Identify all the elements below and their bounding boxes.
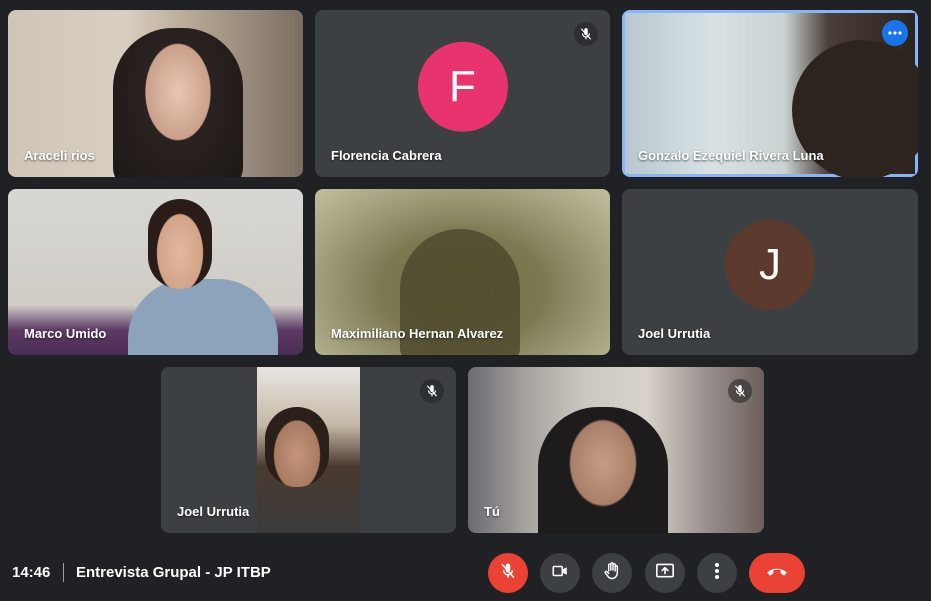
hand-icon — [602, 561, 622, 586]
avatar-initial: F — [449, 61, 476, 111]
participant-avatar: J — [725, 219, 815, 310]
present-screen-icon — [655, 562, 675, 585]
participant-name: Tú — [484, 504, 500, 519]
videocam-icon — [551, 562, 569, 585]
participant-name: Araceli rios — [24, 148, 95, 163]
more-vert-icon — [714, 562, 720, 585]
participant-tile[interactable]: Joel Urrutia — [161, 367, 456, 533]
call-end-icon — [765, 564, 789, 582]
person-head — [265, 407, 329, 487]
meeting-clock: 14:46 — [12, 564, 51, 581]
mic-toggle-button[interactable] — [488, 553, 528, 593]
camera-toggle-button[interactable] — [540, 553, 580, 593]
present-screen-button[interactable] — [645, 553, 685, 593]
mic-muted-icon — [420, 379, 444, 403]
participant-name: Gonzalo Ezequiel Rivera Luna — [638, 148, 824, 163]
more-options-icon[interactable] — [882, 20, 908, 46]
more-options-button[interactable] — [697, 553, 737, 593]
mic-off-icon — [499, 562, 517, 585]
participant-name: Joel Urrutia — [177, 504, 250, 519]
leave-call-button[interactable] — [749, 553, 805, 593]
person-head — [148, 199, 212, 289]
avatar-initial: J — [759, 239, 781, 289]
participant-name: Maximiliano Hernan Alvarez — [331, 326, 504, 341]
participant-tile[interactable]: Araceli rios — [8, 10, 303, 177]
participant-name: Marco Umido — [24, 326, 107, 341]
meeting-title: Entrevista Grupal - JP ITBP — [76, 564, 271, 581]
participant-tile[interactable]: Marco Umido — [8, 189, 303, 355]
person-silhouette — [113, 28, 243, 177]
meet-stage: Araceli rios F Florencia Cabrera Gonzalo… — [0, 0, 931, 601]
participant-tile[interactable]: J Joel Urrutia — [622, 189, 918, 355]
participant-tile[interactable]: Maximiliano Hernan Alvarez — [315, 189, 610, 355]
participant-tile[interactable]: Gonzalo Ezequiel Rivera Luna — [622, 10, 918, 177]
participant-avatar: F — [417, 41, 508, 132]
participant-tile[interactable]: Tú — [468, 367, 764, 533]
mic-muted-icon — [574, 22, 598, 46]
mic-muted-icon — [728, 379, 752, 403]
divider — [63, 563, 64, 582]
participant-tile[interactable]: F Florencia Cabrera — [315, 10, 610, 177]
person-silhouette — [538, 407, 668, 533]
participant-name: Florencia Cabrera — [331, 148, 442, 163]
participant-name: Joel Urrutia — [638, 326, 711, 341]
raise-hand-button[interactable] — [592, 553, 632, 593]
bottom-bar: 14:46 Entrevista Grupal - JP ITBP — [0, 544, 931, 601]
